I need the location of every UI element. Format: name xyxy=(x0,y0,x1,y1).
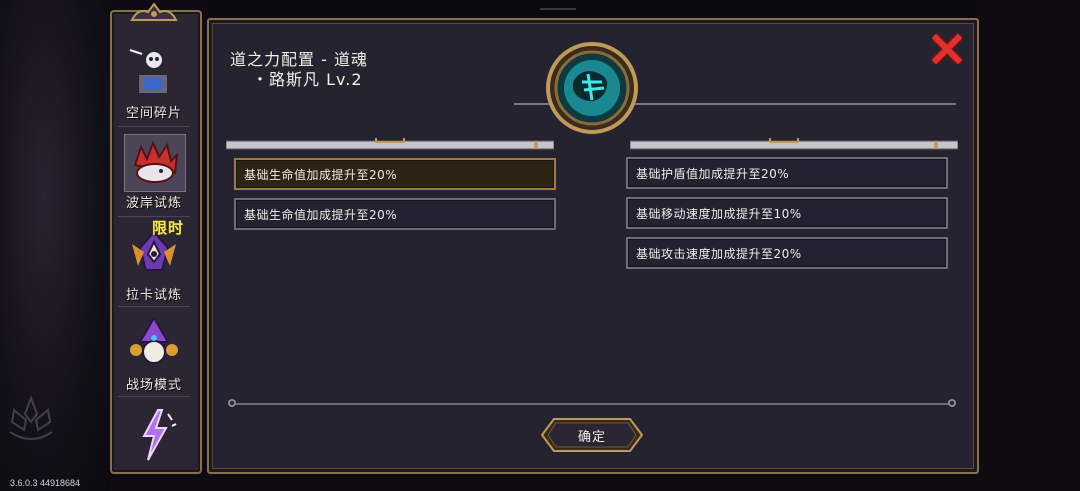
stat-text: 基础护盾值加成提升至20% xyxy=(636,166,790,181)
tab-battlefield-mode[interactable]: 战场模式 xyxy=(116,312,192,398)
tab-label: 战场模式 xyxy=(125,378,182,393)
right-column-header-bar xyxy=(630,138,958,150)
dialog-title: 道之力配置 - 道魂 ・路斯凡 Lv.2 xyxy=(230,50,368,90)
lotus-background-icon xyxy=(9,395,53,440)
confirm-button[interactable]: 确定 xyxy=(540,415,644,455)
stat-text: 基础移动速度加成提升至10% xyxy=(636,206,802,221)
red-creature-icon xyxy=(124,134,186,192)
emblem-wing-right xyxy=(630,103,956,105)
divider-cap-right xyxy=(948,399,956,407)
divider-cap-left xyxy=(228,399,236,407)
version-text: 3.6.0.3 44918684 xyxy=(10,478,81,488)
limited-time-badge: 限时 xyxy=(152,219,185,237)
left-stat-item[interactable]: 基础生命值加成提升至20% xyxy=(234,158,556,190)
confirm-label: 确定 xyxy=(577,430,606,445)
right-stat-item[interactable]: 基础护盾值加成提升至20% xyxy=(626,157,948,189)
tab-lightning-mode[interactable] xyxy=(116,402,192,488)
tab-label: 拉卡试炼 xyxy=(125,288,182,303)
right-stat-item[interactable]: 基础移动速度加成提升至10% xyxy=(626,197,948,229)
space-fragment-icon xyxy=(129,49,169,95)
tab-label: 空间碎片 xyxy=(125,106,182,121)
dialog-title-line1: 道之力配置 - 道魂 xyxy=(230,50,368,69)
top-ornament-icon xyxy=(540,8,576,10)
lightning-icon xyxy=(142,409,177,461)
bottom-divider xyxy=(232,403,952,405)
battlefield-wizard-icon xyxy=(130,316,178,364)
stat-text: 基础生命值加成提升至20% xyxy=(244,167,398,182)
right-stat-item[interactable]: 基础攻击速度加成提升至20% xyxy=(626,237,948,269)
left-column-header-bar xyxy=(226,138,554,150)
close-icon[interactable] xyxy=(932,34,962,64)
tab-wave-shore-trial[interactable]: 波岸试炼 xyxy=(116,130,192,216)
tab-divider xyxy=(118,306,190,307)
stat-text: 基础攻击速度加成提升至20% xyxy=(636,246,802,261)
sidebar-crown-ornament-icon xyxy=(130,2,178,21)
dao-soul-emblem-icon xyxy=(546,42,638,134)
left-stat-item[interactable]: 基础生命值加成提升至20% xyxy=(234,198,556,230)
tab-label: 波岸试炼 xyxy=(125,196,182,211)
tab-space-fragment[interactable]: 空间碎片 xyxy=(116,40,192,126)
stat-text: 基础生命值加成提升至20% xyxy=(244,207,398,222)
top-strip xyxy=(208,0,976,18)
dialog-title-line2: ・路斯凡 Lv.2 xyxy=(252,70,363,89)
tab-divider xyxy=(118,126,190,127)
tab-divider xyxy=(118,396,190,397)
